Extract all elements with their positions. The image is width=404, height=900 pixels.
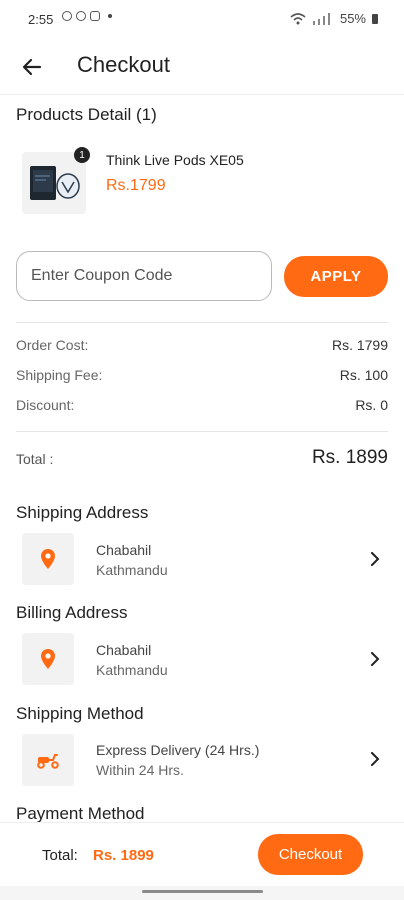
discount-label: Discount: [16, 397, 75, 413]
battery-icon [372, 13, 378, 24]
whatsapp-icon [62, 11, 72, 21]
bottom-total-label: Total: [42, 847, 78, 864]
wifi-icon [290, 12, 306, 24]
gallery-icon [90, 11, 100, 21]
home-indicator[interactable] [142, 890, 263, 893]
battery-percent: 55% [339, 11, 366, 26]
product-name[interactable]: Think Live Pods XE05 [106, 152, 244, 168]
billing-address-line2: Kathmandu [96, 662, 168, 678]
status-time: 2:55 [28, 12, 54, 27]
apply-coupon-button[interactable]: APPLY [284, 256, 388, 297]
back-button[interactable] [18, 53, 46, 81]
app-header: Checkout [0, 40, 404, 95]
product-price: Rs.1799 [106, 177, 166, 194]
total-value: Rs. 1899 [311, 447, 388, 468]
divider [16, 322, 388, 323]
bottom-total-value: Rs. 1899 [93, 847, 154, 864]
billing-address-line1: Chabahil [96, 642, 152, 658]
back-arrow-icon [22, 58, 42, 76]
quantity-badge: 1 [74, 147, 90, 163]
signal-icon [312, 12, 330, 25]
chevron-right-icon [368, 552, 382, 566]
coupon-code-input[interactable] [16, 251, 272, 301]
shipping-fee-value: Rs. 100 [339, 367, 388, 383]
system-nav-bar [0, 886, 404, 900]
shipping-method-name: Express Delivery (24 Hrs.) [96, 742, 260, 758]
billing-address-icon-box [22, 633, 74, 685]
page-title: Checkout [77, 52, 170, 77]
system-status: 55% [290, 11, 378, 26]
divider [16, 431, 388, 432]
status-bar: 2:55 55% [0, 0, 404, 40]
total-label: Total : [16, 451, 54, 467]
discount-value: Rs. 0 [355, 397, 388, 413]
billing-address-title: Billing Address [16, 603, 128, 622]
whatsapp-icon [76, 11, 86, 21]
checkout-bottom-bar: Total: Rs. 1899 Checkout [0, 822, 404, 887]
chevron-right-icon [368, 752, 382, 766]
shipping-method-icon-box [22, 734, 74, 786]
products-section-title: Products Detail (1) [16, 105, 157, 124]
order-cost-label: Order Cost: [16, 337, 89, 353]
chevron-right-icon [368, 652, 382, 666]
payment-method-title: Payment Method [16, 804, 145, 823]
checkout-button[interactable]: Checkout [258, 834, 363, 875]
order-cost-value: Rs. 1799 [331, 337, 388, 353]
shipping-method-title: Shipping Method [16, 704, 144, 723]
shipping-address-line2: Kathmandu [96, 562, 168, 578]
shipping-method-duration: Within 24 Hrs. [96, 762, 184, 778]
location-pin-icon [41, 649, 55, 669]
more-notifications-icon [108, 14, 112, 18]
location-pin-icon [41, 549, 55, 569]
shipping-address-icon-box [22, 533, 74, 585]
shipping-fee-label: Shipping Fee: [16, 367, 103, 383]
notification-icons [62, 11, 112, 21]
shipping-address-line1: Chabahil [96, 542, 152, 558]
scooter-icon [37, 754, 59, 769]
shipping-address-title: Shipping Address [16, 503, 149, 522]
